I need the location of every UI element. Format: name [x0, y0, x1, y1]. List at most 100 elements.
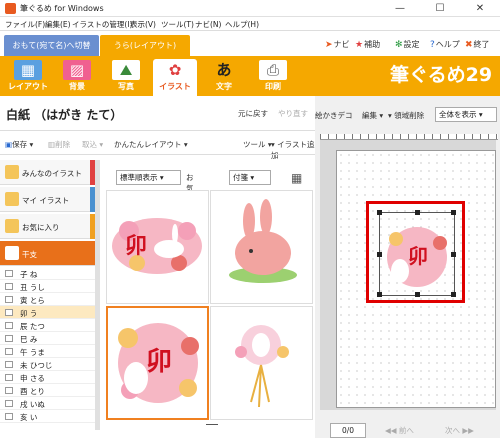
resize-handle[interactable]	[451, 292, 456, 297]
help-icon: ?	[430, 40, 435, 50]
mode-tab-bar: おもて(宛て名)へ切替 うら(レイアウト) ➤ナビ ★補助 ✻設定 ?ヘルプ ✖…	[0, 31, 500, 56]
folder-icon	[5, 361, 13, 368]
resize-handle[interactable]	[451, 252, 456, 257]
pink-rabbit-illust	[229, 199, 297, 283]
menu-file[interactable]: ファイル(F)	[5, 19, 45, 30]
resize-handle[interactable]	[377, 292, 382, 297]
zodiac-item[interactable]: 巳 み	[0, 332, 95, 345]
folder-icon	[5, 219, 19, 233]
exit-button[interactable]: ✖終了	[465, 39, 490, 50]
undo-button[interactable]: 元に戻す	[238, 108, 268, 119]
zodiac-item[interactable]: 子 ね	[0, 267, 95, 280]
resize-handle[interactable]	[415, 210, 420, 215]
area-delete-button[interactable]: ▾ 領域削除	[388, 110, 424, 121]
tool-photo[interactable]: ⛰ 写真	[104, 59, 148, 94]
navi-button[interactable]: ➤ナビ	[325, 39, 350, 50]
tag-select[interactable]: 付箋 ▾	[229, 170, 271, 185]
rabbit-fan-illust: 卯	[112, 218, 202, 274]
resize-handle[interactable]	[415, 292, 420, 297]
placed-rabbit-illust: 卯	[387, 227, 447, 287]
folder-icon	[5, 413, 13, 420]
menu-help[interactable]: ヘルプ(H)	[225, 19, 259, 30]
zodiac-item[interactable]: 未 ひつじ	[0, 358, 95, 371]
folder-icon	[5, 283, 13, 290]
resize-handle[interactable]	[451, 210, 456, 215]
svg-text:卯: 卯	[146, 347, 172, 377]
folder-icon	[5, 246, 19, 260]
zodiac-item[interactable]: 戌 いぬ	[0, 397, 95, 410]
import-button[interactable]: 取込 ▾	[82, 139, 103, 150]
rabbit-ornament-illust	[235, 325, 289, 408]
tool-background[interactable]: ▨ 背景	[55, 59, 99, 94]
resize-handle[interactable]	[377, 252, 382, 257]
zodiac-item[interactable]: 辰 たつ	[0, 319, 95, 332]
illust-thumb[interactable]	[210, 190, 313, 304]
title-bar: 筆ぐるめ for Windows — ☐ ✕	[0, 0, 500, 17]
zodiac-item[interactable]: 酉 とり	[0, 384, 95, 397]
svg-text:卯: 卯	[408, 244, 428, 268]
menu-navi[interactable]: ナビ(N)	[195, 19, 221, 30]
tool-illust[interactable]: ✿ イラスト	[153, 59, 197, 96]
window-title: 筆ぐるめ for Windows	[20, 4, 104, 13]
divider	[0, 130, 315, 131]
menu-illust-manage[interactable]: イラストの管理(I)	[72, 19, 132, 30]
settings-button[interactable]: ✻設定	[395, 39, 420, 50]
menu-bar: ファイル(F) 編集(E) イラストの管理(I) 表示(V) ツール(T) ナビ…	[0, 17, 500, 31]
sidebar-scrollbar[interactable]	[95, 160, 100, 430]
save-button[interactable]: ▣保存 ▾	[5, 139, 33, 150]
category-favorites[interactable]: お気に入り	[0, 214, 95, 239]
zodiac-item[interactable]: 午 うま	[0, 345, 95, 358]
tab-front-address[interactable]: おもて(宛て名)へ切替	[4, 35, 99, 56]
grid-resize-handle[interactable]	[206, 424, 218, 425]
help-button[interactable]: ?ヘルプ	[430, 39, 460, 50]
category-everyone[interactable]: みんなのイラスト	[0, 160, 95, 185]
assist-button[interactable]: ★補助	[355, 39, 380, 50]
tool-menu-button[interactable]: ツール ▾	[243, 139, 272, 150]
zodiac-item[interactable]: 寅 とら	[0, 293, 95, 306]
illust-icon: ✿	[161, 60, 189, 80]
view-select[interactable]: 全体を表示 ▾	[435, 107, 497, 122]
edit-menu-button[interactable]: 編集 ▾	[362, 110, 383, 121]
tab-back-layout[interactable]: うら(レイアウト)	[100, 35, 190, 56]
delete-button[interactable]: ▥削除	[48, 139, 70, 150]
placed-illust-selection[interactable]: 卯	[377, 210, 456, 297]
tool-print[interactable]: ⎙ 印刷	[251, 59, 295, 94]
folder-icon	[5, 348, 13, 355]
menu-tools[interactable]: ツール(T)	[161, 19, 194, 30]
folder-icon	[5, 335, 13, 342]
illust-thumb[interactable]: 卯	[106, 190, 209, 304]
simple-layout-button[interactable]: かんたんレイアウト ▾	[114, 139, 188, 150]
rabbit-round-illust: 卯	[118, 323, 199, 403]
illust-thumb[interactable]	[210, 306, 313, 420]
close-button[interactable]: ✕	[460, 0, 500, 17]
maximize-button[interactable]: ☐	[420, 0, 460, 17]
category-my-illust[interactable]: マイ イラスト	[0, 187, 95, 212]
pager: 0/0 ◀◀ 前へ 次へ ▶▶	[320, 422, 500, 438]
resize-handle[interactable]	[377, 210, 382, 215]
menu-edit[interactable]: 編集(E)	[45, 19, 71, 30]
prev-page-button[interactable]: ◀◀ 前へ	[385, 425, 414, 436]
redo-button[interactable]: やり直す	[278, 108, 308, 119]
add-illust-button[interactable]: ▾ イラスト追加	[271, 139, 315, 161]
grid-view-icon[interactable]: ▦	[291, 171, 302, 185]
sort-select[interactable]: 標準順表示 ▾	[116, 170, 181, 185]
folder-icon	[5, 296, 13, 303]
zodiac-item[interactable]: 亥 い	[0, 410, 95, 423]
illust-thumb-selected[interactable]: 卯	[106, 306, 209, 420]
card-title: 白紙 （はがき たて）	[6, 108, 123, 122]
tool-layout[interactable]: ▦ レイアウト	[6, 59, 50, 94]
folder-icon	[5, 387, 13, 394]
zodiac-item[interactable]: 申 さる	[0, 371, 95, 384]
menu-view[interactable]: 表示(V)	[130, 19, 156, 30]
tool-text[interactable]: あ 文字	[202, 59, 246, 94]
next-page-button[interactable]: 次へ ▶▶	[445, 425, 474, 436]
folder-icon	[5, 322, 13, 329]
zodiac-item[interactable]: 卯 う	[0, 306, 95, 319]
folder-icon	[5, 400, 13, 407]
app-logo: 筆ぐるめ29	[390, 64, 493, 86]
minimize-button[interactable]: —	[380, 0, 420, 17]
deco-button[interactable]: 絵かきデコ	[315, 110, 353, 121]
zodiac-item[interactable]: 丑 うし	[0, 280, 95, 293]
layout-icon: ▦	[14, 60, 42, 80]
category-zodiac[interactable]: 干支	[0, 241, 95, 266]
